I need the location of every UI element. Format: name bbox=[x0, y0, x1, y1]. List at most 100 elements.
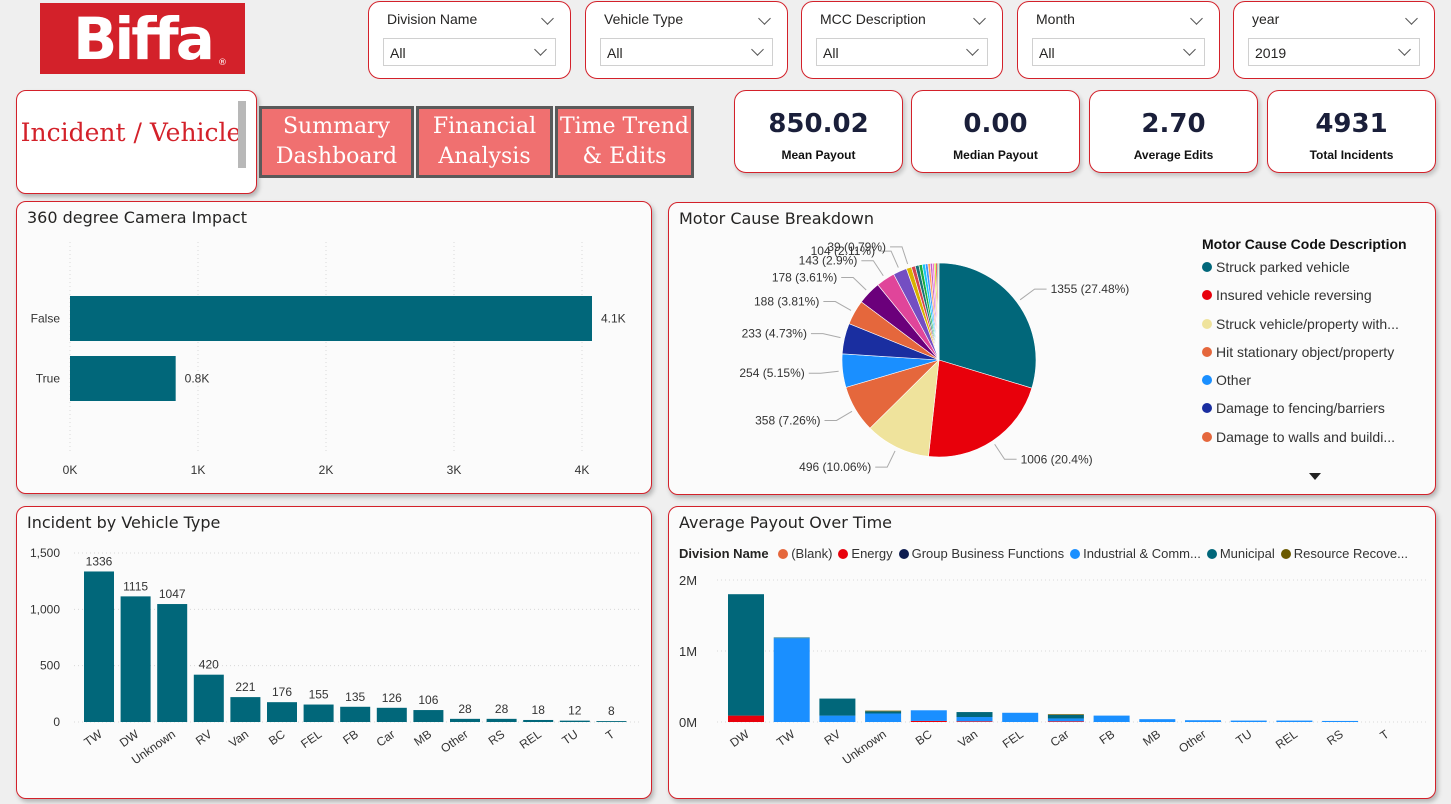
x-tick-label: T bbox=[1377, 727, 1392, 743]
legend-item[interactable]: Hit stationary object/property bbox=[1202, 344, 1399, 372]
leader-line bbox=[1019, 288, 1047, 301]
legend-scroll-down-icon[interactable] bbox=[1309, 473, 1321, 480]
stacked-bar-segment bbox=[956, 717, 993, 722]
stacked-bar-segment bbox=[819, 698, 856, 716]
x-tick-label: Van bbox=[955, 727, 980, 750]
data-label: 1115 bbox=[123, 579, 148, 593]
data-label: 28 bbox=[495, 702, 509, 716]
bar-false bbox=[70, 296, 592, 341]
chevron-down-icon bbox=[1183, 43, 1196, 56]
x-tick-label: Unknown bbox=[840, 727, 889, 767]
slicer-dropdown[interactable]: All bbox=[383, 38, 556, 66]
data-label: 106 bbox=[418, 693, 438, 707]
slicer-month[interactable]: Month All bbox=[1017, 1, 1220, 79]
slicer-vehicle-type[interactable]: Vehicle Type All bbox=[585, 1, 788, 79]
y-tick-label: 1,000 bbox=[30, 602, 60, 616]
y-tick-label: 2M bbox=[679, 573, 697, 588]
data-label: 18 bbox=[532, 703, 546, 717]
scrollbar[interactable] bbox=[238, 101, 246, 168]
legend-label: Struck vehicle/property with... bbox=[1216, 315, 1399, 332]
leader-line bbox=[841, 277, 867, 291]
x-tick-label: TU bbox=[559, 727, 580, 748]
x-tick-label: 3K bbox=[447, 463, 462, 477]
bar-rs bbox=[486, 718, 517, 722]
slicer-value: All bbox=[1039, 45, 1055, 61]
biffa-logo: Biffa ® bbox=[40, 3, 245, 74]
chevron-down-icon[interactable] bbox=[1405, 12, 1418, 25]
kpi-value: 0.00 bbox=[963, 109, 1028, 139]
legend-label: Other bbox=[1216, 372, 1252, 389]
nav-financial-analysis-button[interactable]: Financial Analysis bbox=[416, 106, 553, 178]
slicer-value: All bbox=[607, 45, 623, 61]
slicer-mcc-description[interactable]: MCC Description All bbox=[801, 1, 1003, 79]
slicer-title: MCC Description bbox=[820, 11, 926, 27]
nav-button-label: Financial Analysis bbox=[432, 114, 537, 169]
stacked-bar-segment bbox=[910, 710, 947, 721]
leader-line bbox=[861, 260, 884, 277]
data-label: 8 bbox=[608, 704, 615, 718]
stacked-bar-segment bbox=[865, 713, 902, 722]
chevron-down-icon[interactable] bbox=[1190, 12, 1203, 25]
bar-mb bbox=[413, 710, 444, 722]
x-tick-label: TW bbox=[81, 727, 105, 750]
slice-data-label: 254 (5.15%) bbox=[739, 366, 804, 380]
leader-line bbox=[810, 333, 841, 339]
x-tick-label: FB bbox=[1097, 727, 1118, 747]
legend-label: Damage to fencing/barriers bbox=[1216, 400, 1385, 417]
stacked-bar-segment bbox=[773, 638, 810, 722]
leader-line bbox=[823, 301, 852, 311]
legend-item[interactable]: Struck vehicle/property with... bbox=[1202, 316, 1399, 344]
legend-item[interactable]: Struck parked vehicle bbox=[1202, 259, 1399, 287]
slicer-division-name[interactable]: Division Name All bbox=[368, 1, 571, 79]
bar-bc bbox=[267, 702, 297, 722]
legend-marker bbox=[1202, 403, 1212, 414]
kpi-label: Mean Payout bbox=[781, 148, 856, 162]
slicer-dropdown[interactable]: All bbox=[600, 38, 773, 66]
slice-data-label: 39 (0.79%) bbox=[827, 240, 886, 254]
x-tick-label: FEL bbox=[298, 727, 324, 751]
bar-other bbox=[450, 718, 480, 722]
stacked-bar-segment bbox=[728, 715, 764, 722]
stacked-bar-segment bbox=[1139, 719, 1176, 722]
legend-label: Damage to walls and buildi... bbox=[1216, 428, 1395, 445]
legend-item[interactable]: Damage to fencing/barriers bbox=[1202, 400, 1399, 428]
data-label: 4.1K bbox=[601, 312, 626, 326]
nav-current-page[interactable]: Incident / Vehicle bbox=[16, 90, 257, 194]
x-tick-label: Car bbox=[374, 727, 398, 750]
stacked-bar-segment bbox=[956, 712, 993, 718]
kpi-median-payout: 0.00 Median Payout bbox=[911, 90, 1080, 173]
chevron-down-icon[interactable] bbox=[541, 12, 554, 25]
stacked-bar-segment bbox=[1230, 720, 1267, 722]
chevron-down-icon[interactable] bbox=[758, 12, 771, 25]
legend-label: Hit stationary object/property bbox=[1216, 343, 1395, 360]
data-label: 420 bbox=[199, 658, 219, 672]
slicer-year[interactable]: year 2019 bbox=[1233, 1, 1435, 79]
logo-registered-mark: ® bbox=[218, 58, 227, 68]
chevron-down-icon bbox=[534, 43, 547, 56]
slice-data-label: 233 (4.73%) bbox=[742, 327, 807, 341]
x-tick-label: Other bbox=[438, 727, 471, 756]
stacked-bar-segment bbox=[1185, 720, 1221, 722]
slicer-dropdown[interactable]: 2019 bbox=[1248, 38, 1420, 66]
x-tick-label: 1K bbox=[191, 463, 206, 477]
slicer-title: Division Name bbox=[387, 11, 478, 27]
vehicle-type-chart: 05001,0001,5001336TW1115DW1047Unknown420… bbox=[30, 546, 642, 767]
slicer-dropdown[interactable]: All bbox=[816, 38, 988, 66]
slicer-dropdown[interactable]: All bbox=[1032, 38, 1205, 66]
nav-time-trend-button[interactable]: Time Trend & Edits bbox=[555, 106, 694, 178]
y-tick-label: 1M bbox=[679, 644, 697, 659]
kpi-mean-payout: 850.02 Mean Payout bbox=[734, 90, 903, 173]
legend-item[interactable]: Damage to walls and buildi... bbox=[1202, 429, 1399, 457]
slice-data-label: 178 (3.61%) bbox=[772, 271, 837, 285]
chevron-down-icon[interactable] bbox=[973, 12, 986, 25]
bar-rv bbox=[193, 674, 224, 722]
data-label: 0.8K bbox=[185, 372, 210, 386]
x-tick-label: TU bbox=[1233, 727, 1254, 748]
legend-item[interactable]: Other bbox=[1202, 372, 1399, 400]
slice-data-label: 358 (7.26%) bbox=[755, 413, 820, 427]
x-tick-label: T bbox=[603, 727, 618, 743]
bar-t bbox=[596, 721, 627, 722]
legend-item[interactable]: Insured vehicle reversing bbox=[1202, 287, 1399, 315]
bar-tw bbox=[84, 571, 114, 722]
nav-summary-dashboard-button[interactable]: Summary Dashboard bbox=[259, 106, 414, 178]
